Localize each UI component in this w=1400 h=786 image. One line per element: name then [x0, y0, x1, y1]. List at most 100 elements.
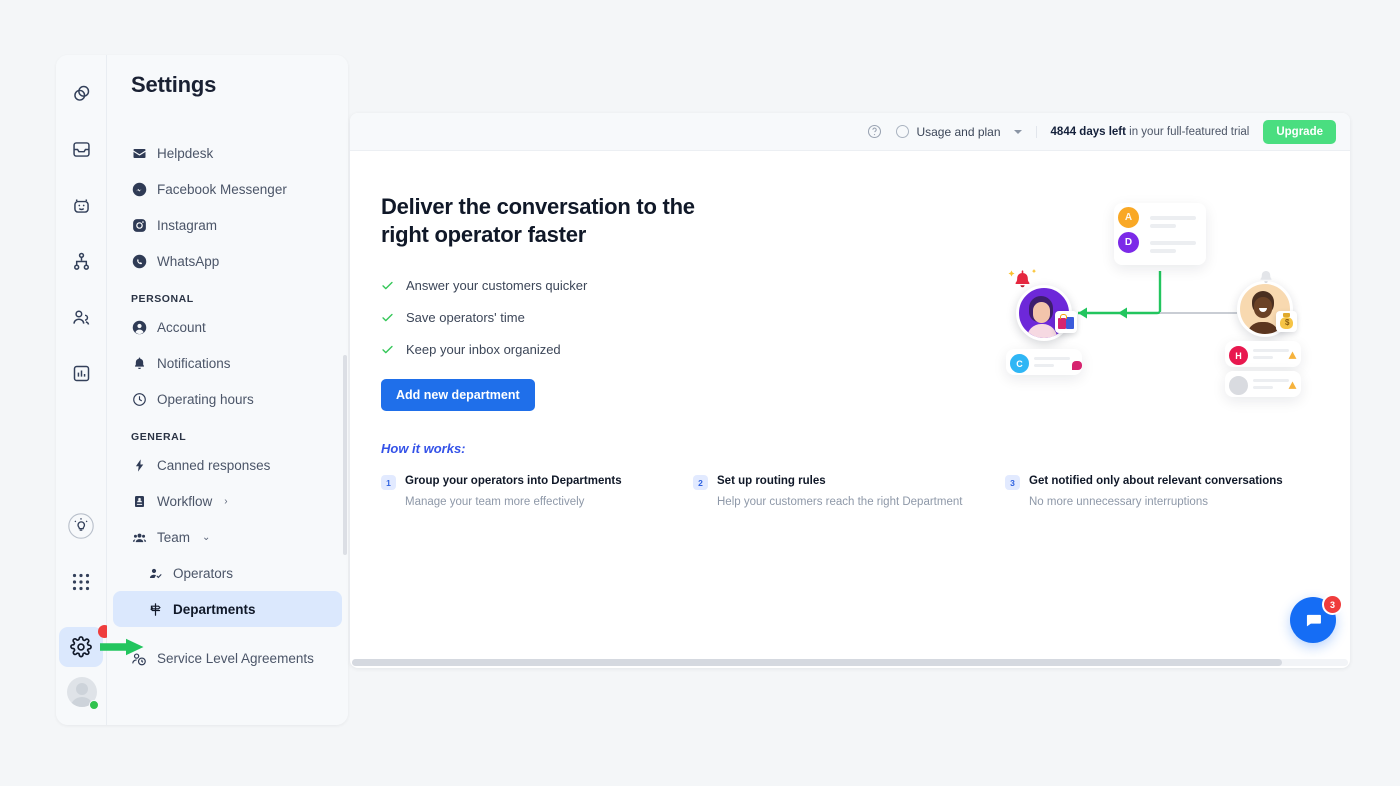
- sidebar-item-notifications[interactable]: Notifications: [113, 345, 342, 381]
- usage-meter-icon: [896, 125, 910, 138]
- benefit-label: Keep your inbox organized: [406, 341, 561, 357]
- primary-icon-rail: [56, 55, 111, 725]
- signpost-icon: [147, 601, 163, 617]
- page-title: Settings: [131, 72, 217, 97]
- usage-and-plan-dropdown[interactable]: Usage and plan: [896, 124, 1022, 139]
- benefit-label: Answer your customers quicker: [406, 277, 588, 293]
- sidebar-item-facebook-messenger[interactable]: Facebook Messenger: [113, 171, 342, 207]
- sidebar-item-account[interactable]: Account: [113, 309, 342, 345]
- trial-status: 4844 days left in your full-featured tri…: [1035, 125, 1250, 138]
- sidebar-section-general: GENERAL: [131, 431, 187, 443]
- avatar: C: [1008, 352, 1031, 375]
- sidebar-item-team[interactable]: Team ⌄: [113, 519, 342, 555]
- workflow-icon: [131, 493, 147, 509]
- avatar: D: [1116, 230, 1141, 255]
- avatar: A: [1116, 205, 1141, 230]
- reports-icon[interactable]: [65, 357, 97, 389]
- sidebar-item-service-level-agreements[interactable]: Service Level Agreements: [113, 637, 342, 681]
- chevron-right-icon[interactable]: ›: [224, 496, 227, 507]
- list-item: 2 Set up routing rules Help your custome…: [693, 474, 1005, 510]
- operator-icon: [147, 565, 163, 581]
- sidebar-item-departments[interactable]: Departments: [113, 591, 342, 627]
- sidebar-scrollbar[interactable]: [343, 355, 347, 555]
- sidebar-item-label: WhatsApp: [157, 253, 220, 269]
- messenger-icon: [131, 181, 147, 197]
- apps-grid-icon[interactable]: [65, 566, 97, 598]
- chevron-down-icon[interactable]: [1013, 129, 1022, 134]
- benefit-label: Save operators' time: [406, 309, 525, 325]
- sidebar-item-label: Departments: [173, 601, 256, 617]
- sidebar-item-instagram[interactable]: Instagram: [113, 207, 342, 243]
- app-root: Settings Helpdesk Facebook Messenger Ins…: [0, 0, 1400, 786]
- usage-and-plan-label: Usage and plan: [916, 124, 1001, 139]
- sidebar-item-label: Notifications: [157, 355, 231, 371]
- avatar-online-status: [89, 700, 99, 710]
- bell-muted-icon: [1260, 271, 1272, 283]
- bell-icon: [131, 355, 147, 371]
- unread-badge-icon: [1072, 361, 1082, 370]
- sidebar-item-label: Helpdesk: [157, 145, 214, 161]
- sidebar-item-label: Service Level Agreements: [157, 650, 314, 666]
- upgrade-button[interactable]: Upgrade: [1263, 119, 1336, 144]
- hero-title: Deliver the conversation to the right op…: [381, 194, 695, 248]
- settings-nav-panel: Settings Helpdesk Facebook Messenger Ins…: [107, 55, 348, 725]
- sidebar-item-label: Facebook Messenger: [157, 181, 287, 197]
- sidebar-item-label: Instagram: [157, 217, 218, 233]
- trial-days-left: 4844 days left: [1050, 125, 1126, 138]
- sidebar-item-whatsapp[interactable]: WhatsApp: [113, 243, 342, 279]
- avatar: [1227, 374, 1250, 397]
- step-number: 3: [1005, 475, 1020, 490]
- sidebar-item-operators[interactable]: Operators: [113, 555, 342, 591]
- avatar: H: [1227, 344, 1250, 367]
- contacts-icon[interactable]: [65, 301, 97, 333]
- sidebar-item-label: Canned responses: [157, 457, 271, 473]
- step-heading: Group your operators into Departments: [405, 475, 622, 487]
- add-new-department-button[interactable]: Add new department: [381, 379, 535, 412]
- sidebar-section-personal: PERSONAL: [131, 293, 194, 305]
- main-content-panel: Usage and plan 4844 days left in your fu…: [350, 113, 1350, 668]
- team-icon: [131, 529, 147, 545]
- step-heading: Set up routing rules: [717, 475, 826, 487]
- sidebar-item-canned-responses[interactable]: Canned responses: [113, 447, 342, 483]
- chat-unread-badge: 3: [1322, 594, 1343, 615]
- settings-nav-list: Helpdesk Facebook Messenger Instagram Wh…: [107, 135, 348, 681]
- settings-gear-icon[interactable]: [59, 627, 103, 667]
- check-icon: [381, 279, 394, 292]
- list-item: 3 Get notified only about relevant conve…: [1005, 474, 1283, 510]
- instagram-icon: [131, 217, 147, 233]
- flows-icon[interactable]: [65, 245, 97, 277]
- envelope-icon: [131, 145, 147, 161]
- warning-icon: [1288, 351, 1297, 359]
- list-item: 1 Group your operators into Departments …: [381, 474, 693, 510]
- step-subtext: Help your customers reach the right Depa…: [717, 495, 963, 508]
- step-number: 1: [381, 475, 396, 490]
- inbox-icon[interactable]: [65, 133, 97, 165]
- sidebar-item-label: Account: [157, 319, 206, 335]
- sidebar-item-helpdesk[interactable]: Helpdesk: [113, 135, 342, 171]
- main-horizontal-scrollbar[interactable]: [352, 659, 1348, 666]
- sidebar-item-operating-hours[interactable]: Operating hours: [113, 381, 342, 417]
- check-icon: [381, 311, 394, 324]
- help-circle-icon[interactable]: [867, 124, 882, 139]
- sidebar-item-label: Operating hours: [157, 391, 254, 407]
- scrollbar-thumb[interactable]: [352, 659, 1282, 666]
- warning-icon: [1288, 381, 1297, 389]
- logo-icon[interactable]: [65, 77, 97, 109]
- chatbot-icon[interactable]: [65, 189, 97, 221]
- settings-shell: Settings Helpdesk Facebook Messenger Ins…: [56, 55, 348, 725]
- pointer-arrow-icon: [100, 638, 144, 656]
- step-heading: Get notified only about relevant convers…: [1029, 475, 1283, 487]
- how-it-works-title: How it works:: [381, 441, 466, 456]
- user-circle-icon: [131, 319, 147, 335]
- how-it-works-steps: 1 Group your operators into Departments …: [381, 474, 1321, 510]
- chevron-down-icon[interactable]: ⌄: [202, 532, 210, 543]
- main-topbar: Usage and plan 4844 days left in your fu…: [350, 113, 1350, 151]
- check-icon: [381, 343, 394, 356]
- step-number: 2: [693, 475, 708, 490]
- tips-icon[interactable]: [65, 510, 97, 542]
- whatsapp-icon: [131, 253, 147, 269]
- trial-rest-label: in your full-featured trial: [1125, 125, 1250, 138]
- sidebar-item-workflow[interactable]: Workflow ›: [113, 483, 342, 519]
- sidebar-item-label: Operators: [173, 565, 234, 581]
